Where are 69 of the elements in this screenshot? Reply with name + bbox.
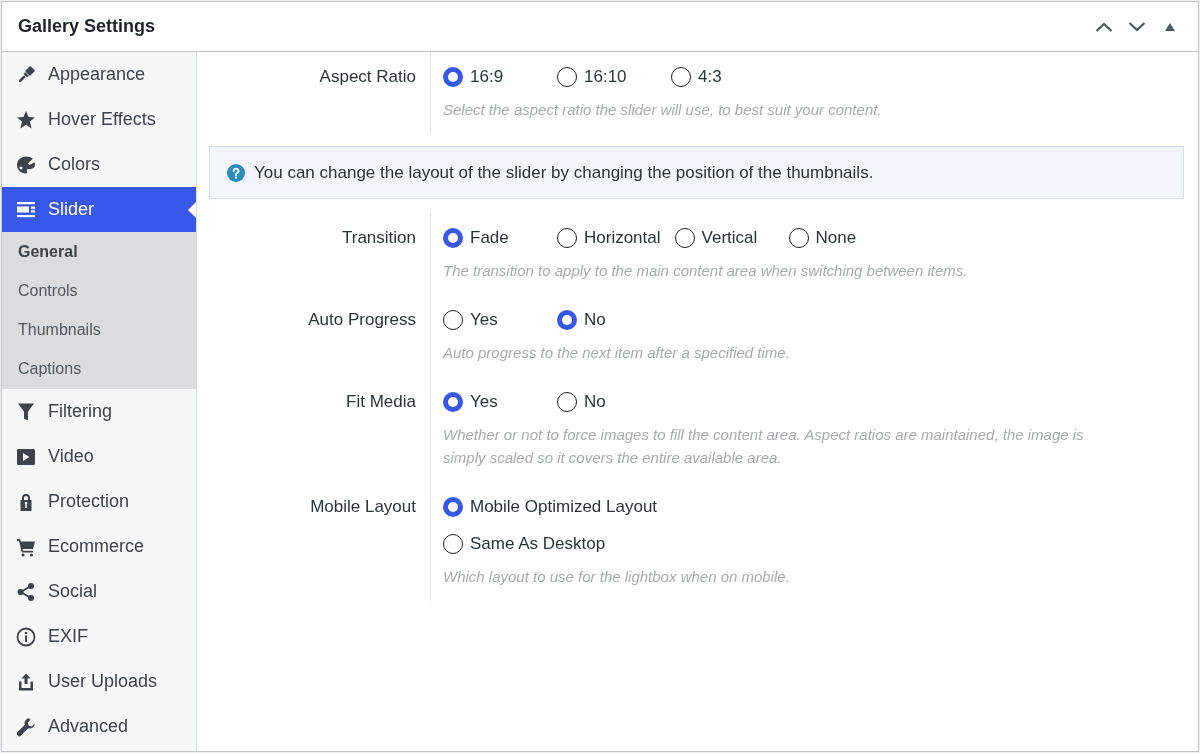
radio-button[interactable]	[788, 228, 809, 248]
radio-label[interactable]: 4:3	[698, 67, 722, 87]
help-icon	[227, 163, 245, 182]
radio-button[interactable]	[671, 67, 691, 87]
radio-button[interactable]	[443, 67, 463, 87]
field-description: Select the aspect ratio the slider will use, to best suit your content.	[443, 100, 883, 120]
share-icon	[16, 581, 36, 602]
field-label: Auto Progress	[307, 309, 417, 331]
sidebar-item[interactable]: Slider	[2, 187, 196, 232]
info-circle-icon	[16, 626, 36, 647]
submenu-item[interactable]: Thumbnails	[2, 310, 196, 349]
sidebar-item[interactable]: Colors	[2, 142, 196, 187]
field-label: Fit Media	[345, 391, 417, 413]
radio-button[interactable]	[557, 228, 577, 248]
radio-label[interactable]: Mobile Optimized Layout	[470, 497, 658, 517]
sidebar-item[interactable]: Hover Effects	[2, 97, 196, 142]
radio-label[interactable]: Horizontal	[584, 228, 661, 248]
sidebar-item[interactable]: Video	[2, 434, 196, 479]
radio-button[interactable]	[674, 228, 695, 248]
radio-button[interactable]	[443, 228, 463, 248]
radio-button[interactable]	[557, 67, 577, 87]
radio-label[interactable]: No	[584, 310, 606, 330]
upload-icon	[16, 671, 36, 692]
field-description: Auto progress to the next item after a specified time.	[443, 343, 791, 363]
radio-button[interactable]	[443, 497, 463, 517]
star-icon	[16, 109, 36, 130]
radio-label[interactable]: 16:9	[470, 67, 504, 87]
radio-label[interactable]: No	[584, 392, 606, 412]
radio-label[interactable]: Yes	[470, 392, 498, 412]
radio-button[interactable]	[557, 310, 577, 330]
radio-button[interactable]	[557, 392, 577, 412]
slider-layout-icon	[16, 199, 36, 220]
triangle-up-icon[interactable]	[1164, 22, 1175, 31]
sidebar-item[interactable]: Filtering	[2, 389, 196, 434]
palette-icon	[16, 154, 36, 175]
field-label: Mobile Layout	[309, 496, 417, 518]
field-description: Whether or not to force images to fill the content area. Aspect ratios are maintained, the image is simply scaled so it covers the entire available area.	[443, 425, 1085, 468]
radio-label[interactable]: Yes	[470, 310, 498, 330]
radio-label[interactable]: None	[815, 228, 857, 248]
field-description: The transition to apply to the main content area when switching between items.	[443, 261, 969, 281]
field-label: Transition	[341, 227, 417, 249]
radio-button[interactable]	[443, 392, 463, 412]
radio-button[interactable]	[443, 534, 463, 554]
play-button-icon	[16, 446, 36, 467]
panel-title: Gallery Settings	[18, 16, 157, 37]
submenu-item[interactable]: General	[2, 232, 196, 271]
field-description: Which layout to use for the lightbox when on mobile.	[443, 567, 791, 587]
radio-label[interactable]: Fade	[470, 228, 509, 248]
wrench-icon	[16, 716, 36, 737]
funnel-icon	[16, 401, 36, 422]
radio-label[interactable]: Same As Desktop	[470, 534, 606, 554]
sidebar-item[interactable]: Appearance	[2, 52, 196, 97]
sidebar-item[interactable]: User Uploads	[2, 659, 196, 704]
submenu-item[interactable]: Controls	[2, 271, 196, 310]
radio-label[interactable]: 16:10	[584, 67, 627, 87]
sidebar-item[interactable]: Social	[2, 569, 196, 614]
chevron-up-icon[interactable]	[1094, 21, 1113, 32]
sidebar-item[interactable]: EXIF	[2, 614, 196, 659]
notice-text: You can change the layout of the slider by changing the position of the thumbnails.	[254, 162, 874, 183]
sidebar-item[interactable]: Ecommerce	[2, 524, 196, 569]
cart-icon	[16, 536, 36, 557]
sidebar-item[interactable]: Protection	[2, 479, 196, 524]
submenu-item[interactable]: Captions	[2, 349, 196, 388]
field-label: Aspect Ratio	[318, 66, 417, 88]
paintbrush-icon	[16, 64, 36, 85]
sidebar-item[interactable]: Advanced	[2, 704, 196, 749]
chevron-down-icon[interactable]	[1127, 21, 1146, 32]
radio-label[interactable]: Vertical	[701, 228, 758, 248]
radio-button[interactable]	[443, 310, 463, 330]
